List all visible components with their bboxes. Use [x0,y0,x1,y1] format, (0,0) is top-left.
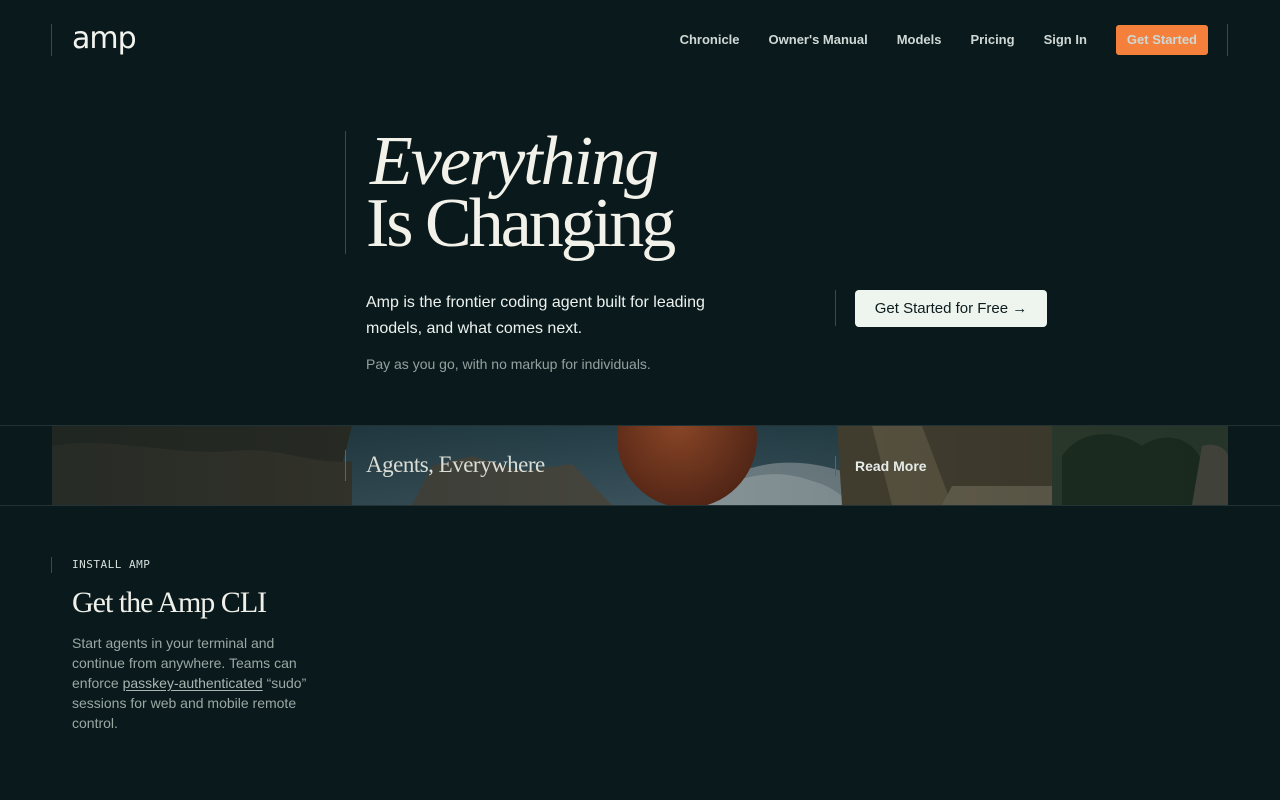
get-started-free-button[interactable]: Get Started for Free → [855,290,1047,327]
nav-chronicle[interactable]: Chronicle [680,25,740,55]
header-left-divider [51,24,52,56]
landscape-illustration [52,426,1228,505]
get-started-button[interactable]: Get Started [1115,25,1208,55]
banner-bottom-rule [0,505,1280,506]
hero-title-line2: Is Changing [366,185,676,262]
nav-owners-manual[interactable]: Owner's Manual [769,25,868,55]
nav-pricing[interactable]: Pricing [971,25,1015,55]
hero-subtext: Pay as you go, with no markup for indivi… [366,356,651,372]
banner-image [52,426,1228,505]
cta-divider [835,290,836,326]
banner-title: Agents, Everywhere [366,452,545,477]
banner-link-divider [835,456,836,476]
nav-models[interactable]: Models [897,25,942,55]
nav-sign-in[interactable]: Sign In [1044,25,1087,55]
install-title: Get the Amp CLI [72,586,267,619]
header-right-divider [1227,24,1228,56]
install-description: Start agents in your terminal and contin… [72,633,312,733]
read-more-link[interactable]: Read More [855,457,927,475]
install-kicker: INSTALL AMP [72,558,151,571]
banner-title-divider [345,450,346,481]
install-kicker-divider [51,557,52,573]
main-nav: Chronicle Owner's Manual Models Pricing … [680,25,1208,55]
passkey-link[interactable]: passkey-authenticated [123,675,263,691]
amp-logo[interactable]: amp [72,22,137,56]
hero-divider [345,131,346,254]
hero-lead-text: Amp is the frontier coding agent built f… [366,294,705,337]
